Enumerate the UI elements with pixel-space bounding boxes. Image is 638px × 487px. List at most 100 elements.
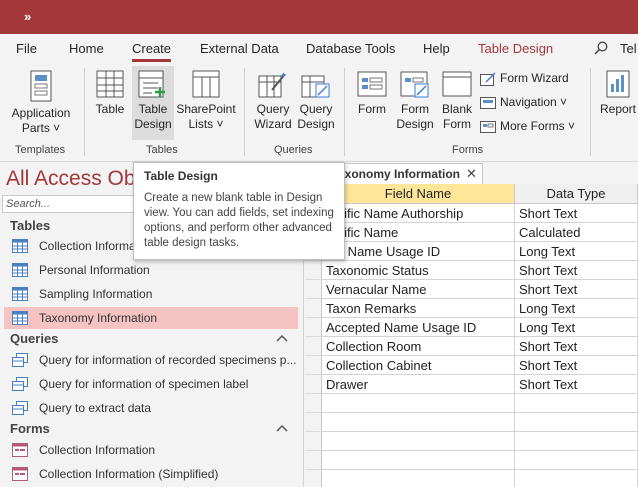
tab-help[interactable]: Help: [423, 41, 450, 56]
field-name-cell[interactable]: [322, 470, 515, 487]
table-row[interactable]: Taxonomic Status Short Text: [305, 261, 638, 280]
nav-item-query[interactable]: Query to extract data: [4, 397, 298, 419]
quick-access-more-button[interactable]: »: [24, 9, 31, 24]
form-label: Form: [358, 102, 386, 116]
data-type-cell[interactable]: Short Text: [515, 337, 638, 356]
field-name-cell[interactable]: Accepted Name Usage ID: [322, 318, 515, 337]
sharepoint-lists-button[interactable]: SharePoint Lists ˅: [176, 70, 236, 136]
nav-item-table[interactable]: Personal Information: [4, 259, 298, 281]
nav-item-query[interactable]: Query for information of recorded specim…: [4, 349, 298, 371]
field-name-cell[interactable]: entific Name Authorship: [322, 204, 515, 223]
field-name-cell[interactable]: [322, 432, 515, 451]
data-type-cell[interactable]: Long Text: [515, 242, 638, 261]
row-selector[interactable]: [305, 432, 322, 451]
field-name-cell[interactable]: [322, 413, 515, 432]
data-type-cell[interactable]: Long Text: [515, 299, 638, 318]
field-name-cell[interactable]: entific Name: [322, 223, 515, 242]
search-icon[interactable]: [594, 41, 608, 55]
table-row[interactable]: Vernacular Name Short Text: [305, 280, 638, 299]
table-row[interactable]: Collection Room Short Text: [305, 337, 638, 356]
nav-pane-title[interactable]: All Access Ob: [6, 167, 136, 191]
data-type-cell[interactable]: Short Text: [515, 261, 638, 280]
nav-item-form[interactable]: Collection Information: [4, 439, 298, 461]
data-type-cell[interactable]: [515, 470, 638, 487]
row-selector[interactable]: [305, 280, 322, 299]
table-row[interactable]: entific Name Calculated: [305, 223, 638, 242]
table-button[interactable]: Table: [92, 70, 128, 136]
tab-external-data[interactable]: External Data: [200, 41, 279, 56]
row-selector[interactable]: [305, 394, 322, 413]
table-row[interactable]: Accepted Name Usage ID Long Text: [305, 318, 638, 337]
nav-item-table-selected[interactable]: Taxonomy Information: [4, 307, 298, 329]
table-row[interactable]: ent Name Usage ID Long Text: [305, 242, 638, 261]
field-name-cell[interactable]: Taxon Remarks: [322, 299, 515, 318]
tell-me-input[interactable]: Tel: [620, 41, 637, 56]
table-row[interactable]: Collection Cabinet Short Text: [305, 356, 638, 375]
blank-form-button[interactable]: Blank Form: [438, 70, 476, 136]
more-forms-button[interactable]: More Forms ˅: [480, 119, 575, 134]
field-name-cell[interactable]: Collection Cabinet: [322, 356, 515, 375]
field-name-cell[interactable]: ent Name Usage ID: [322, 242, 515, 261]
data-type-cell[interactable]: Short Text: [515, 356, 638, 375]
row-selector[interactable]: [305, 261, 322, 280]
tab-create[interactable]: Create: [132, 41, 172, 62]
table-design-button[interactable]: Table Design: [132, 66, 174, 140]
query-design-button[interactable]: Query Design: [296, 70, 336, 136]
data-type-cell[interactable]: Short Text: [515, 375, 638, 394]
field-name-cell[interactable]: Drawer: [322, 375, 515, 394]
table-row[interactable]: Drawer Short Text: [305, 375, 638, 394]
table-row[interactable]: entific Name Authorship Short Text: [305, 204, 638, 223]
data-type-cell[interactable]: Short Text: [515, 204, 638, 223]
field-name-cell[interactable]: [322, 394, 515, 413]
navigation-button[interactable]: Navigation ˅: [480, 95, 567, 110]
form-wizard-button[interactable]: Form Wizard: [480, 71, 569, 86]
row-selector[interactable]: [305, 470, 322, 487]
field-name-cell[interactable]: Vernacular Name: [322, 280, 515, 299]
empty-table-row[interactable]: [305, 413, 638, 432]
chevron-up-icon[interactable]: [276, 333, 288, 343]
document-tab[interactable]: axonomy Information ✕: [327, 163, 483, 184]
tab-file[interactable]: File: [16, 41, 37, 56]
data-type-cell[interactable]: [515, 394, 638, 413]
table-icon: [96, 70, 124, 98]
nav-section-tables[interactable]: Tables: [10, 218, 50, 233]
row-selector[interactable]: [305, 318, 322, 337]
row-selector[interactable]: [305, 356, 322, 375]
nav-item-label: Collection Informa: [39, 239, 136, 253]
data-type-cell[interactable]: [515, 432, 638, 451]
nav-section-queries[interactable]: Queries: [10, 331, 58, 346]
report-button[interactable]: Report: [598, 70, 638, 136]
application-parts-button[interactable]: Application Parts ˅: [6, 70, 76, 136]
data-type-cell[interactable]: Short Text: [515, 280, 638, 299]
nav-item-table[interactable]: Sampling Information: [4, 283, 298, 305]
data-type-cell[interactable]: [515, 413, 638, 432]
data-type-cell[interactable]: Calculated: [515, 223, 638, 242]
empty-table-row[interactable]: [305, 451, 638, 470]
data-type-cell[interactable]: [515, 451, 638, 470]
field-name-cell[interactable]: [322, 451, 515, 470]
query-wizard-button[interactable]: ✦ Query Wizard: [252, 70, 294, 136]
close-icon[interactable]: ✕: [466, 166, 477, 182]
row-selector[interactable]: [305, 337, 322, 356]
field-name-cell[interactable]: Taxonomic Status: [322, 261, 515, 280]
row-selector[interactable]: [305, 413, 322, 432]
row-selector[interactable]: [305, 375, 322, 394]
tab-home[interactable]: Home: [69, 41, 104, 56]
empty-table-row[interactable]: [305, 470, 638, 487]
row-selector[interactable]: [305, 299, 322, 318]
row-selector[interactable]: [305, 451, 322, 470]
nav-item-query[interactable]: Query for information of specimen label: [4, 373, 298, 395]
empty-table-row[interactable]: [305, 432, 638, 451]
form-design-button[interactable]: Form Design: [394, 70, 436, 136]
data-type-cell[interactable]: Long Text: [515, 318, 638, 337]
tab-database-tools[interactable]: Database Tools: [306, 41, 395, 56]
nav-item-form[interactable]: Collection Information (Simplified): [4, 463, 298, 485]
table-row[interactable]: Taxon Remarks Long Text: [305, 299, 638, 318]
tab-table-design[interactable]: Table Design: [478, 41, 553, 56]
form-button[interactable]: Form: [352, 70, 392, 136]
nav-section-forms[interactable]: Forms: [10, 421, 50, 436]
chevron-up-icon[interactable]: [276, 423, 288, 433]
table-design-label-2: Design: [134, 117, 172, 131]
field-name-cell[interactable]: Collection Room: [322, 337, 515, 356]
empty-table-row[interactable]: [305, 394, 638, 413]
